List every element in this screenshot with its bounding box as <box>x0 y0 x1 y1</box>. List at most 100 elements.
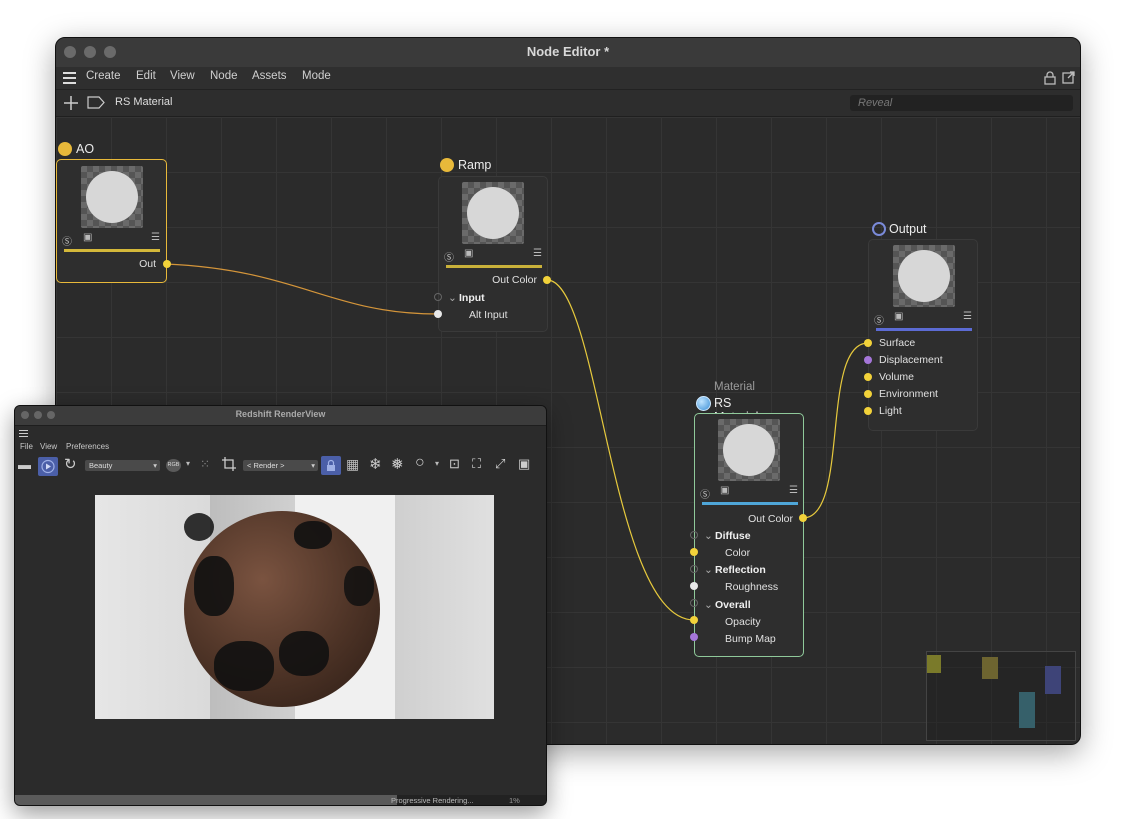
ramp-input-group[interactable]: Input <box>459 292 485 304</box>
bump-map-label: Bump Map <box>725 633 776 645</box>
snowflake-icon[interactable]: ❄ <box>369 455 382 473</box>
overall-group[interactable]: Overall <box>715 599 751 611</box>
shader-s-icon[interactable]: Ⓢ <box>62 233 72 248</box>
image-icon[interactable]: ▣ <box>464 248 473 259</box>
renderview-title-bar: Redshift RenderView <box>15 406 546 426</box>
material-preview <box>718 419 780 481</box>
bump-map-port[interactable] <box>690 633 698 641</box>
diffuse-group-port[interactable] <box>690 531 698 539</box>
wire-material-to-output <box>802 342 869 519</box>
render-progress-bar <box>15 795 398 805</box>
backdrop-right <box>395 495 494 719</box>
shader-s-icon[interactable]: Ⓢ <box>444 249 454 264</box>
crop-icon[interactable] <box>221 456 237 472</box>
opacity-port[interactable] <box>690 616 698 624</box>
clapper-icon[interactable]: ▬ <box>18 457 31 476</box>
material-out-port[interactable] <box>799 514 807 522</box>
rv-menu-file[interactable]: File <box>20 442 33 451</box>
rs-material-category: Material <box>714 381 755 393</box>
list-icon[interactable]: ☰ <box>789 485 798 496</box>
refresh-icon[interactable]: ↻ <box>64 455 77 474</box>
rs-material-node[interactable]: Ⓢ ▣ ☰ Out Color ⌄ Diffuse Color ⌄ Reflec… <box>694 413 804 657</box>
ramp-alt-input-port[interactable] <box>434 310 442 318</box>
rgb-channel-button[interactable]: RGB <box>166 459 181 472</box>
rv-menu-view[interactable]: View <box>40 442 57 451</box>
chevron-down-icon[interactable]: ⌄ <box>704 599 713 611</box>
output-port-volume: Volume <box>879 371 915 383</box>
ao-node[interactable]: Ⓢ ▣ ☰ Out <box>56 159 167 283</box>
image-icon[interactable]: ▣ <box>894 311 903 322</box>
reflection-group[interactable]: Reflection <box>715 564 766 576</box>
node-minimap[interactable] <box>926 651 1076 741</box>
fit-icon[interactable]: ⛶ <box>472 456 481 472</box>
chevron-down-icon[interactable]: ⌄ <box>704 530 713 542</box>
chevron-down-icon[interactable]: ▾ <box>435 459 439 468</box>
grid-dots-icon[interactable]: ⁙ <box>200 457 210 471</box>
ramp-alt-input-label: Alt Input <box>469 309 508 321</box>
renderview-title: Redshift RenderView <box>235 409 326 419</box>
chevron-down-icon[interactable]: ⌄ <box>448 292 457 304</box>
list-icon[interactable]: ☰ <box>151 232 160 243</box>
ao-shader-icon <box>58 142 72 156</box>
chevron-down-icon[interactable]: ▾ <box>186 459 190 468</box>
roughness-port[interactable] <box>690 582 698 590</box>
camera-select[interactable]: < Render > ▾ <box>243 460 318 471</box>
diffuse-group[interactable]: Diffuse <box>715 530 751 542</box>
focus-icon[interactable]: ⊡ <box>449 456 460 472</box>
environment-port[interactable] <box>864 390 872 398</box>
output-node-title: Output <box>889 222 927 236</box>
chevron-down-icon[interactable]: ⌄ <box>704 564 713 576</box>
bucket-grid-icon[interactable]: ▦ <box>346 456 359 473</box>
material-sphere-icon <box>696 396 711 411</box>
ramp-node[interactable]: Ⓢ ▣ ☰ Out Color ⌄ Input Alt Input <box>438 176 548 332</box>
stretch-icon[interactable]: ⤢ <box>495 456 505 472</box>
lock-icon <box>327 459 335 471</box>
volume-port[interactable] <box>864 373 872 381</box>
ramp-out-port[interactable] <box>543 276 551 284</box>
ao-accent-bar <box>64 249 160 252</box>
rv-menu-preferences[interactable]: Preferences <box>66 442 109 451</box>
output-preview <box>893 245 955 307</box>
preview-sphere <box>723 424 775 476</box>
render-image[interactable] <box>95 495 494 719</box>
minimap-ao <box>927 655 941 673</box>
status-bar: Progressive Rendering... 1% <box>15 795 546 805</box>
chevron-down-icon: ▾ <box>153 461 157 470</box>
diffuse-color-label: Color <box>725 547 751 559</box>
camera-select-value: < Render > <box>247 461 285 470</box>
image-icon[interactable]: ▣ <box>720 485 729 496</box>
lock-camera-button[interactable] <box>321 456 341 475</box>
list-icon[interactable]: ☰ <box>963 311 972 322</box>
output-node[interactable]: Ⓢ ▣ ☰ Surface Displacement Volume Enviro… <box>868 239 978 431</box>
aov-select[interactable]: Beauty ▾ <box>85 460 160 471</box>
chevron-down-icon: ▾ <box>311 461 315 470</box>
wire-ramp-to-material <box>546 279 695 621</box>
opacity-label: Opacity <box>725 616 761 628</box>
shader-s-icon[interactable]: Ⓢ <box>700 486 710 501</box>
minimap-ramp <box>982 657 998 679</box>
image-icon[interactable]: ▣ <box>83 232 92 243</box>
snapshot-icon[interactable]: ▣ <box>518 456 530 472</box>
ao-out-label: Out <box>139 258 156 270</box>
reflection-group-port[interactable] <box>690 565 698 573</box>
ramp-shader-icon <box>440 158 454 172</box>
ramp-out-label: Out Color <box>492 274 537 286</box>
circle-icon[interactable]: ○ <box>415 454 425 472</box>
light-port[interactable] <box>864 407 872 415</box>
list-icon[interactable]: ☰ <box>533 248 542 259</box>
aov-select-value: Beauty <box>89 461 113 470</box>
shader-s-icon[interactable]: Ⓢ <box>874 312 884 327</box>
ao-out-port[interactable] <box>163 260 171 268</box>
ramp-input-port[interactable] <box>434 293 442 301</box>
snowflake-region-icon[interactable]: ❅ <box>391 455 404 473</box>
overall-group-port[interactable] <box>690 599 698 607</box>
hamburger-menu-icon[interactable] <box>19 430 28 437</box>
minimap-material <box>1019 692 1035 728</box>
ao-spot <box>184 513 214 541</box>
output-accent-bar <box>876 328 972 331</box>
surface-port[interactable] <box>864 339 872 347</box>
diffuse-color-port[interactable] <box>690 548 698 556</box>
displacement-port[interactable] <box>864 356 872 364</box>
ao-spot <box>294 521 332 549</box>
render-button[interactable] <box>38 457 58 476</box>
